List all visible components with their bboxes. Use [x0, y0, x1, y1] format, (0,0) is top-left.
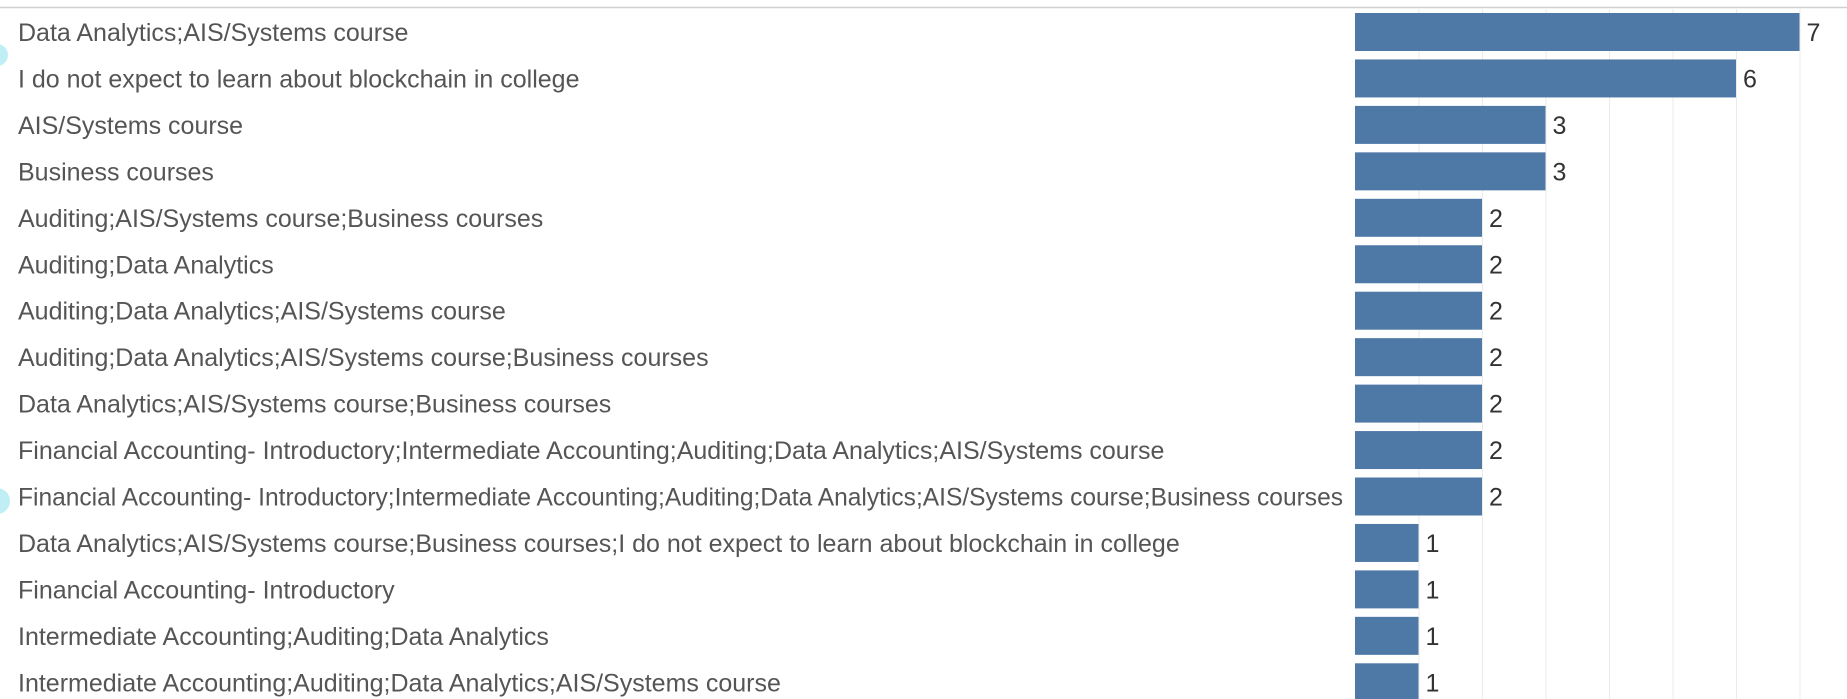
bar — [1355, 431, 1482, 470]
value-label: 3 — [1553, 158, 1567, 186]
bar — [1355, 663, 1419, 699]
bar-chart: Data Analytics;AIS/Systems course 7 I do n… — [0, 6, 1847, 699]
category-label: Auditing;Data Analytics;AIS/Systems cour… — [18, 298, 506, 326]
bar — [1355, 570, 1419, 609]
value-label: 1 — [1426, 530, 1440, 558]
bar — [1355, 105, 1546, 144]
bar — [1355, 291, 1482, 330]
bar — [1355, 198, 1482, 237]
bar — [1355, 152, 1546, 191]
value-label: 7 — [1807, 19, 1821, 47]
value-label: 1 — [1426, 576, 1440, 604]
category-label: Data Analytics;AIS/Systems course;Busine… — [18, 530, 1180, 558]
category-label: Financial Accounting- Introductory;Inter… — [18, 437, 1164, 465]
category-label: Intermediate Accounting;Auditing;Data An… — [18, 669, 781, 697]
value-label: 2 — [1489, 344, 1503, 372]
bar — [1355, 616, 1419, 655]
value-label: 2 — [1489, 437, 1503, 465]
value-label: 2 — [1489, 298, 1503, 326]
bar — [1355, 338, 1482, 377]
value-label: 2 — [1489, 484, 1503, 512]
category-label: Data Analytics;AIS/Systems course — [18, 19, 408, 47]
category-label: Data Analytics;AIS/Systems course;Busine… — [18, 391, 611, 419]
value-label: 6 — [1743, 65, 1757, 93]
category-label: Financial Accounting- Introductory — [18, 576, 395, 604]
value-label: 1 — [1426, 669, 1440, 697]
category-label: Financial Accounting- Introductory;Inter… — [18, 484, 1343, 512]
value-label: 2 — [1489, 205, 1503, 233]
value-label: 1 — [1426, 623, 1440, 651]
value-label: 3 — [1553, 112, 1567, 140]
bar — [1355, 59, 1736, 98]
bar — [1355, 523, 1419, 562]
bar — [1355, 245, 1482, 284]
category-label: Auditing;AIS/Systems course;Business cou… — [18, 205, 543, 233]
category-label: Intermediate Accounting;Auditing;Data An… — [18, 623, 549, 651]
category-label: I do not expect to learn about blockchai… — [18, 65, 580, 93]
category-label: Business courses — [18, 158, 214, 186]
value-label: 2 — [1489, 251, 1503, 279]
value-label: 2 — [1489, 391, 1503, 419]
category-label: AIS/Systems course — [18, 112, 243, 140]
bar — [1355, 13, 1800, 51]
category-label: Auditing;Data Analytics;AIS/Systems cour… — [18, 344, 709, 372]
bar — [1355, 477, 1482, 516]
category-label: Auditing;Data Analytics — [18, 251, 274, 279]
bar — [1355, 384, 1482, 423]
